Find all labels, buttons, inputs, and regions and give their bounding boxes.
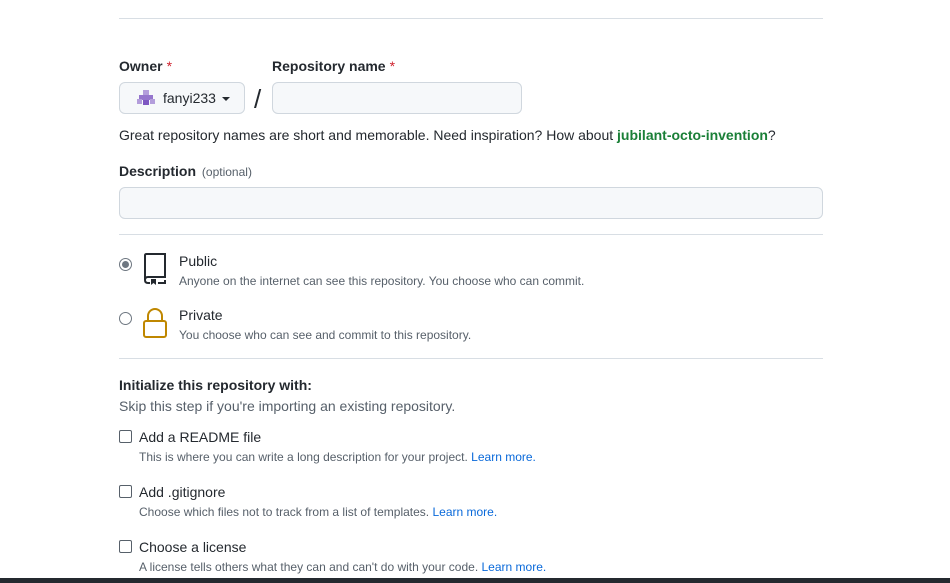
- public-title: Public: [179, 253, 218, 269]
- repository-required-mark: *: [389, 58, 396, 74]
- license-checkbox[interactable]: [119, 540, 132, 553]
- readme-description: This is where you can write a long descr…: [139, 450, 536, 464]
- top-divider: [119, 18, 823, 19]
- readme-checkbox[interactable]: [119, 430, 132, 443]
- owner-label-text: Owner: [119, 58, 163, 74]
- repository-name-label-text: Repository name: [272, 58, 386, 74]
- gitignore-checkbox[interactable]: [119, 485, 132, 498]
- initialize-heading: Initialize this repository with:: [119, 377, 312, 393]
- gitignore-description: Choose which files not to track from a l…: [139, 505, 497, 519]
- owner-label: Owner *: [119, 58, 172, 74]
- readme-title: Add a README file: [139, 429, 262, 445]
- gitignore-description-text: Choose which files not to track from a l…: [139, 505, 430, 519]
- hint-text-end: ?: [767, 127, 776, 143]
- description-label: Description (optional): [119, 163, 252, 179]
- initialize-divider: [119, 358, 823, 359]
- owner-select-button[interactable]: fanyi233: [119, 82, 245, 114]
- hint-text: Great repository names are short and mem…: [119, 127, 618, 143]
- readme-description-text: This is where you can write a long descr…: [139, 450, 468, 464]
- private-title: Private: [179, 307, 223, 323]
- public-description: Anyone on the internet can see this repo…: [179, 274, 585, 288]
- license-title: Choose a license: [139, 539, 247, 555]
- visibility-divider: [119, 234, 823, 235]
- private-radio[interactable]: [119, 312, 132, 325]
- repository-name-hint: Great repository names are short and mem…: [119, 127, 776, 143]
- license-description-text: A license tells others what they can and…: [139, 560, 479, 574]
- repository-name-input[interactable]: [272, 82, 522, 114]
- description-optional-note: (optional): [201, 165, 252, 179]
- owner-avatar-icon: [137, 90, 155, 106]
- initialize-subtext: Skip this step if you're importing an ex…: [119, 398, 456, 414]
- license-description: A license tells others what they can and…: [139, 560, 546, 574]
- owner-name: fanyi233: [163, 90, 216, 106]
- public-radio[interactable]: [119, 258, 132, 271]
- bottom-taskbar-edge: [0, 578, 950, 583]
- readme-learn-more-link[interactable]: Learn more.: [471, 450, 536, 464]
- description-label-text: Description: [119, 163, 197, 179]
- lock-icon: [141, 306, 169, 340]
- repository-name-label: Repository name *: [272, 58, 395, 74]
- gitignore-learn-more-link[interactable]: Learn more.: [432, 505, 497, 519]
- private-description: You choose who can see and commit to thi…: [179, 328, 472, 342]
- license-learn-more-link[interactable]: Learn more.: [482, 560, 547, 574]
- owner-repo-separator: /: [254, 84, 262, 114]
- chevron-down-icon: [221, 97, 230, 101]
- name-suggestion-link[interactable]: jubilant-octo-invention: [617, 127, 768, 143]
- repo-public-icon: [141, 252, 169, 286]
- gitignore-title: Add .gitignore: [139, 484, 226, 500]
- description-input[interactable]: [119, 187, 823, 219]
- owner-required-mark: *: [166, 58, 173, 74]
